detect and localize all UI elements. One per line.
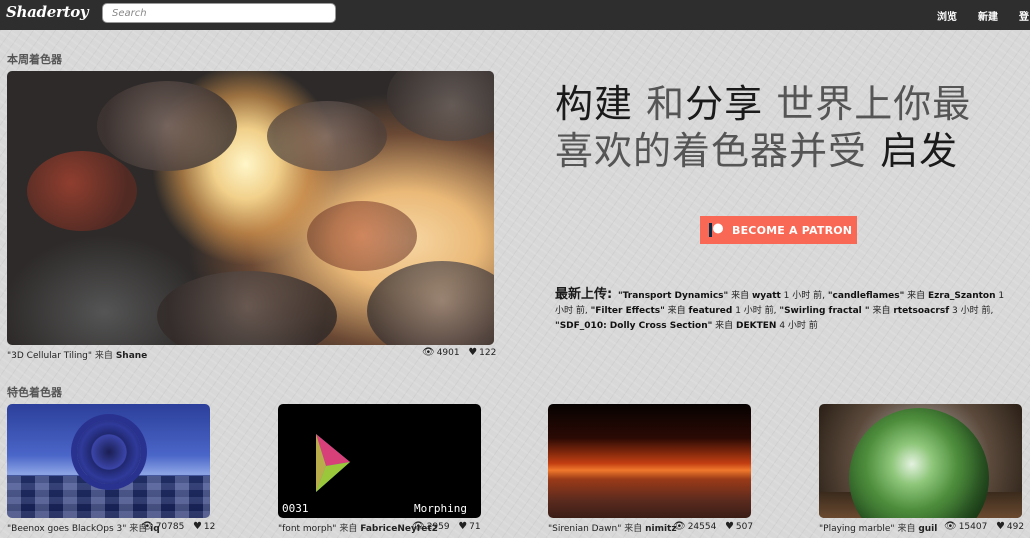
weekly-shader-title: 本周着色器 (7, 53, 62, 66)
shader-render-blob (157, 271, 337, 345)
featured-shader-stats: 👁 15407 ♥ 492 (944, 521, 1024, 532)
upload-author-link[interactable]: Ezra_Szanton (928, 291, 996, 301)
eye-icon: 👁 (141, 521, 154, 532)
top-bar: Shadertoy 浏览 新建 登 (0, 0, 1030, 30)
gear-render (77, 420, 141, 484)
shader-render-blob (367, 261, 494, 345)
latest-uploads: 最新上传: "Transport Dynamics" 来自 wyatt 1 小时… (555, 287, 1015, 334)
like-count: 507 (735, 522, 754, 532)
featured-shader-caption: "Beenox goes BlackOps 3" 来自 iq (7, 521, 160, 534)
featured-shader-stats: 👁 24554 ♥ 507 (673, 521, 753, 532)
hero-text: 世界上你最 (763, 82, 972, 126)
by-label: 来自 (664, 306, 689, 316)
like-count: 122 (479, 348, 497, 358)
by-label: 来自 (897, 524, 916, 534)
upload-author-link[interactable]: featured (689, 306, 733, 316)
upload-author-link[interactable]: DEKTEN (736, 321, 776, 331)
shader-author[interactable]: guil (918, 524, 937, 534)
marble-render (849, 408, 989, 518)
eye-icon: 👁 (944, 521, 957, 532)
shader-render-blob (97, 81, 237, 171)
shader-render-blob (267, 101, 387, 171)
morph-frame-number: 0031 (282, 502, 309, 515)
upload-time: 1 小时 前, (732, 306, 780, 316)
upload-time: 1 小时 前, (780, 291, 828, 301)
featured-shader-caption: "Playing marble" 来自 guil (819, 521, 937, 534)
featured-shaders-title: 特色着色器 (7, 386, 62, 399)
view-count: 4901 (436, 348, 460, 358)
shader-author[interactable]: nimitz (645, 524, 677, 534)
upload-shader-link[interactable]: "Swirling fractal " (779, 306, 869, 316)
become-patron-button[interactable]: BECOME A PATRON (700, 216, 857, 244)
by-label: 来自 (624, 524, 643, 534)
shader-render-blob (27, 151, 137, 231)
shader-render-blob (307, 201, 417, 271)
heart-icon: ♥ (995, 521, 1005, 532)
view-count: 15407 (958, 522, 988, 532)
weekly-shader-stats: 👁 4901 ♥ 122 (422, 347, 496, 358)
weekly-shader-caption: "3D Cellular Tiling" 来自 Shane (7, 348, 147, 361)
search-input[interactable] (102, 3, 336, 23)
featured-shader-preview[interactable] (819, 404, 1022, 518)
hero-text: 和 (633, 82, 686, 126)
featured-shader-preview[interactable] (548, 404, 751, 518)
featured-shader-preview[interactable] (7, 404, 210, 518)
eye-icon: 👁 (673, 521, 686, 532)
view-count: 24554 (687, 522, 717, 532)
nav-browse[interactable]: 浏览 (937, 8, 957, 23)
eye-icon: 👁 (412, 521, 425, 532)
hero-heading: 构建 和分享 世界上你最 喜欢的着色器并受 启发 (555, 81, 995, 175)
shader-name[interactable]: "Playing marble" (819, 524, 895, 534)
like-count: 492 (1006, 522, 1025, 532)
nav-new[interactable]: 新建 (978, 8, 998, 23)
upload-shader-link[interactable]: "Transport Dynamics" (618, 291, 728, 301)
upload-author-link[interactable]: wyatt (752, 291, 781, 301)
upload-time: 4 小时 前 (776, 321, 818, 331)
upload-author-link[interactable]: rtetsoacrsf (893, 306, 949, 316)
patron-label: BECOME A PATRON (732, 224, 853, 237)
upload-time: 3 小时 前, (949, 306, 994, 316)
by-label: 来自 (869, 306, 894, 316)
hero-text: 喜欢的着色器并受 (555, 129, 881, 173)
shader-render-blob (387, 71, 494, 141)
shader-name[interactable]: "Sirenian Dawn" (548, 524, 621, 534)
shader-name[interactable]: "font morph" (278, 524, 336, 534)
weekly-shader-preview[interactable] (7, 71, 494, 345)
shader-author[interactable]: Shane (116, 351, 147, 361)
heart-icon: ♥ (468, 347, 478, 358)
by-label: 来自 (339, 524, 358, 534)
morph-label: Morphing (414, 502, 467, 515)
latest-uploads-label: 最新上传: (555, 287, 613, 302)
upload-shader-link[interactable]: "candleflames" (828, 291, 904, 301)
shader-name[interactable]: "Beenox goes BlackOps 3" (7, 524, 126, 534)
nav-login[interactable]: 登 (1019, 8, 1029, 23)
like-count: 12 (203, 522, 216, 532)
featured-shader-stats: 👁 70785 ♥ 12 (141, 521, 215, 532)
heart-icon: ♥ (192, 521, 202, 532)
view-count: 2959 (426, 522, 450, 532)
upload-shader-link[interactable]: "SDF_010: Dolly Cross Section" (555, 321, 712, 331)
hero-text: 启发 (880, 129, 959, 173)
featured-shader-preview[interactable]: 0031 Morphing (278, 404, 481, 518)
heart-icon: ♥ (724, 521, 734, 532)
featured-shader-caption: "Sirenian Dawn" 来自 nimitz (548, 521, 677, 534)
by-label: 来自 (94, 351, 113, 361)
by-label: 来自 (728, 291, 752, 301)
shadertoy-logo[interactable]: Shadertoy (6, 3, 89, 21)
by-label: 来自 (712, 321, 737, 331)
featured-shader-stats: 👁 2959 ♥ 71 (412, 521, 481, 532)
like-count: 71 (469, 522, 481, 532)
morph-glyph (316, 434, 350, 492)
hero-text: 分享 (685, 82, 764, 126)
upload-shader-link[interactable]: "Filter Effects" (591, 306, 665, 316)
by-label: 来自 (904, 291, 928, 301)
view-count: 70785 (155, 522, 185, 532)
eye-icon: 👁 (422, 347, 435, 358)
patreon-icon (709, 223, 723, 237)
shader-name[interactable]: "3D Cellular Tiling" (7, 351, 92, 361)
hero-text: 构建 (555, 82, 634, 126)
heart-icon: ♥ (458, 521, 468, 532)
